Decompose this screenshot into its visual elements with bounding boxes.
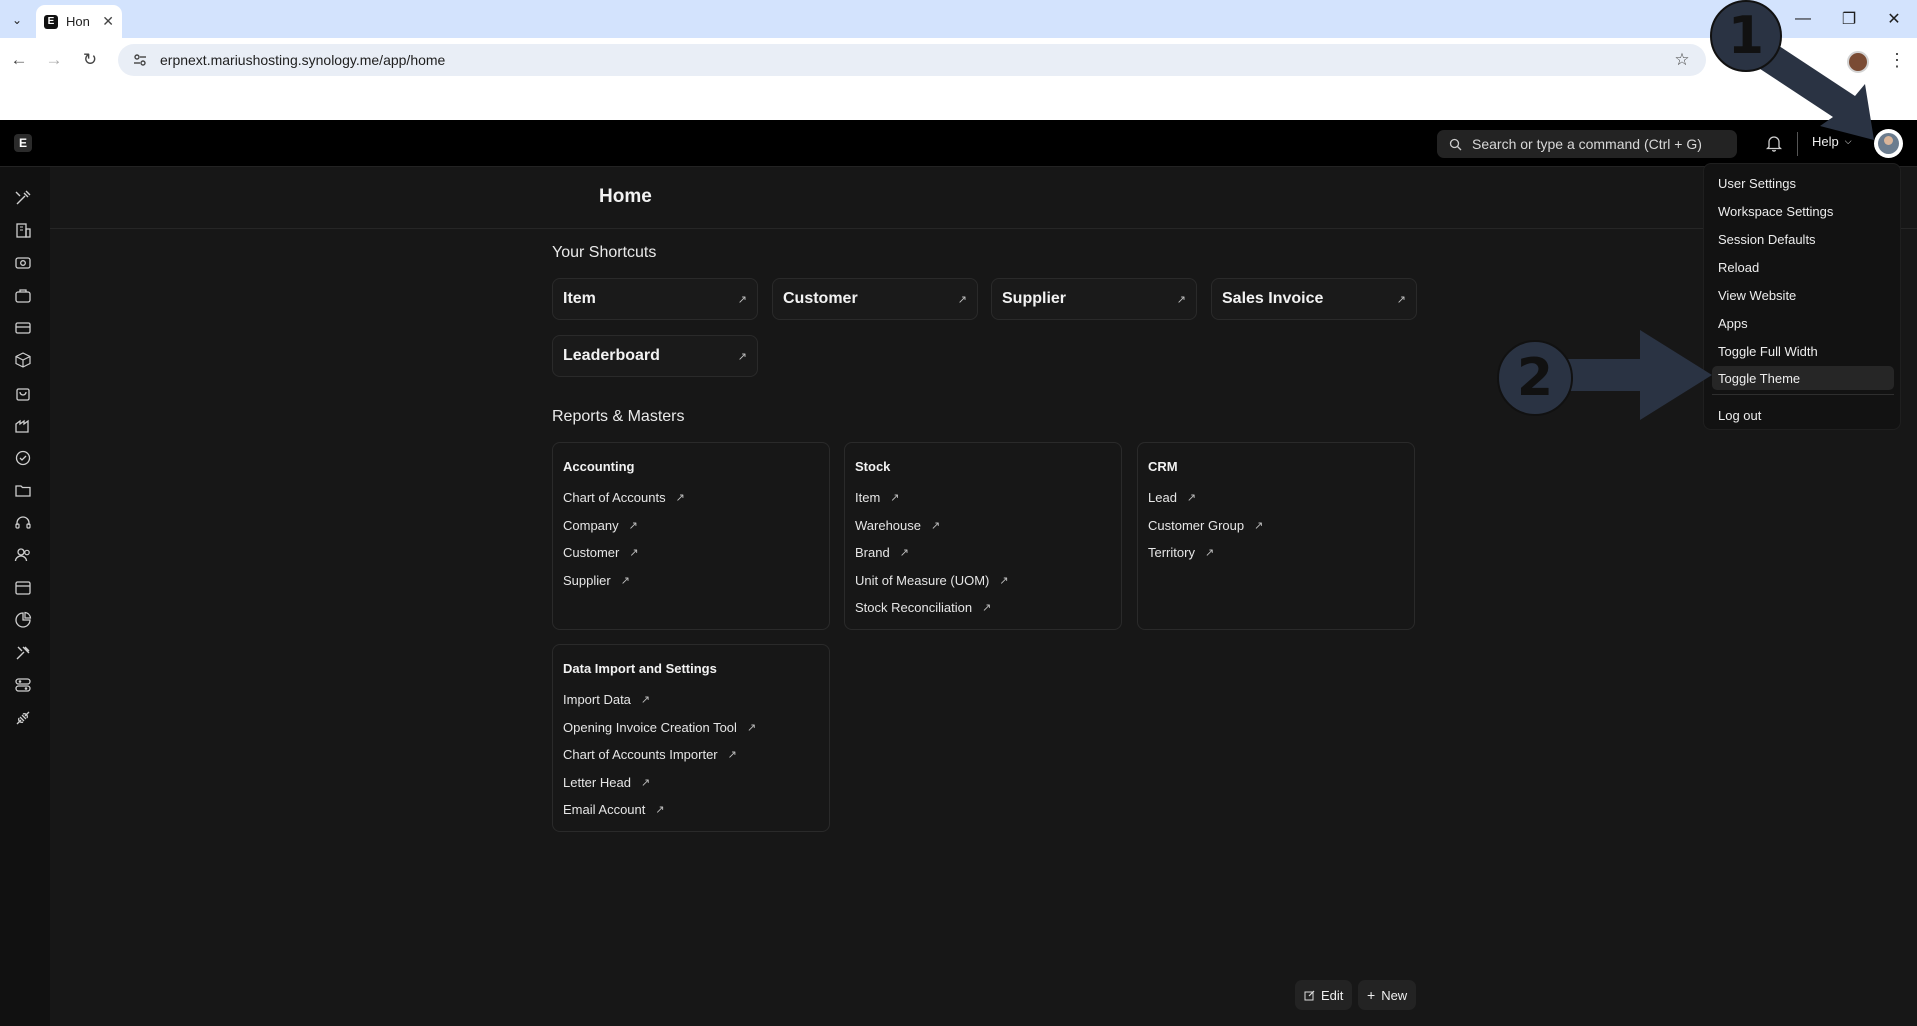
step-2-badge: 2: [1497, 340, 1573, 416]
step-1-badge: 1: [1710, 0, 1782, 72]
annotation-arrows: [1560, 40, 1874, 420]
annotation-arrow-2: [1560, 330, 1712, 420]
